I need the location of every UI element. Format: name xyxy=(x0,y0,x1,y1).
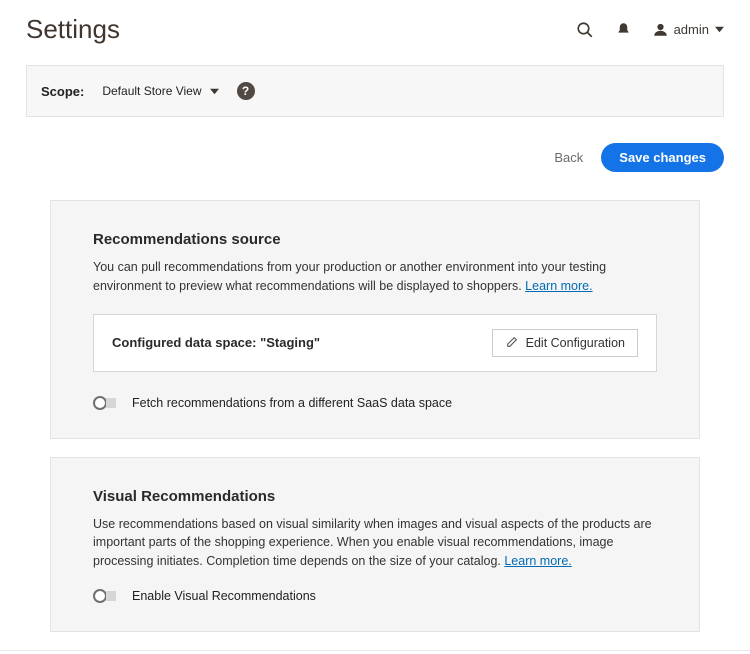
fetch-toggle-row: Fetch recommendations from a different S… xyxy=(93,396,657,410)
toggle-track xyxy=(106,398,116,408)
back-link[interactable]: Back xyxy=(554,150,583,165)
save-button[interactable]: Save changes xyxy=(601,143,724,172)
edit-configuration-label: Edit Configuration xyxy=(526,336,625,350)
pencil-icon xyxy=(505,336,518,349)
scope-select[interactable]: Default Store View xyxy=(102,84,218,98)
user-icon xyxy=(653,22,668,37)
help-icon[interactable]: ? xyxy=(237,82,255,100)
fetch-toggle-label: Fetch recommendations from a different S… xyxy=(132,396,452,410)
rec-source-title: Recommendations source xyxy=(93,231,657,248)
scope-value: Default Store View xyxy=(102,84,201,98)
visual-toggle[interactable] xyxy=(93,589,116,603)
page-title: Settings xyxy=(26,14,120,45)
scope-label: Scope: xyxy=(41,84,84,99)
toggle-knob xyxy=(93,589,107,603)
config-card: Configured data space: "Staging" Edit Co… xyxy=(93,314,657,372)
visual-recommendations-panel: Visual Recommendations Use recommendatio… xyxy=(50,457,700,632)
bell-icon[interactable] xyxy=(616,22,631,37)
visual-toggle-label: Enable Visual Recommendations xyxy=(132,589,316,603)
rec-source-learn-more-link[interactable]: Learn more. xyxy=(525,279,592,293)
edit-configuration-button[interactable]: Edit Configuration xyxy=(492,329,638,357)
visual-title: Visual Recommendations xyxy=(93,488,657,505)
toggle-track xyxy=(106,591,116,601)
bottom-divider xyxy=(0,650,750,651)
recommendations-source-panel: Recommendations source You can pull reco… xyxy=(50,200,700,439)
header-icons: admin xyxy=(576,21,724,39)
visual-desc: Use recommendations based on visual simi… xyxy=(93,515,657,571)
actions-row: Back Save changes xyxy=(0,117,750,186)
fetch-toggle[interactable] xyxy=(93,396,116,410)
scope-bar: Scope: Default Store View ? xyxy=(26,65,724,117)
visual-learn-more-link[interactable]: Learn more. xyxy=(504,554,571,568)
admin-label: admin xyxy=(674,22,709,37)
chevron-down-icon xyxy=(715,25,724,34)
chevron-down-icon xyxy=(210,87,219,96)
admin-menu[interactable]: admin xyxy=(653,22,724,37)
toggle-knob xyxy=(93,396,107,410)
visual-toggle-row: Enable Visual Recommendations xyxy=(93,589,657,603)
search-icon[interactable] xyxy=(576,21,594,39)
config-label: Configured data space: "Staging" xyxy=(112,335,320,350)
rec-source-desc: You can pull recommendations from your p… xyxy=(93,258,657,296)
